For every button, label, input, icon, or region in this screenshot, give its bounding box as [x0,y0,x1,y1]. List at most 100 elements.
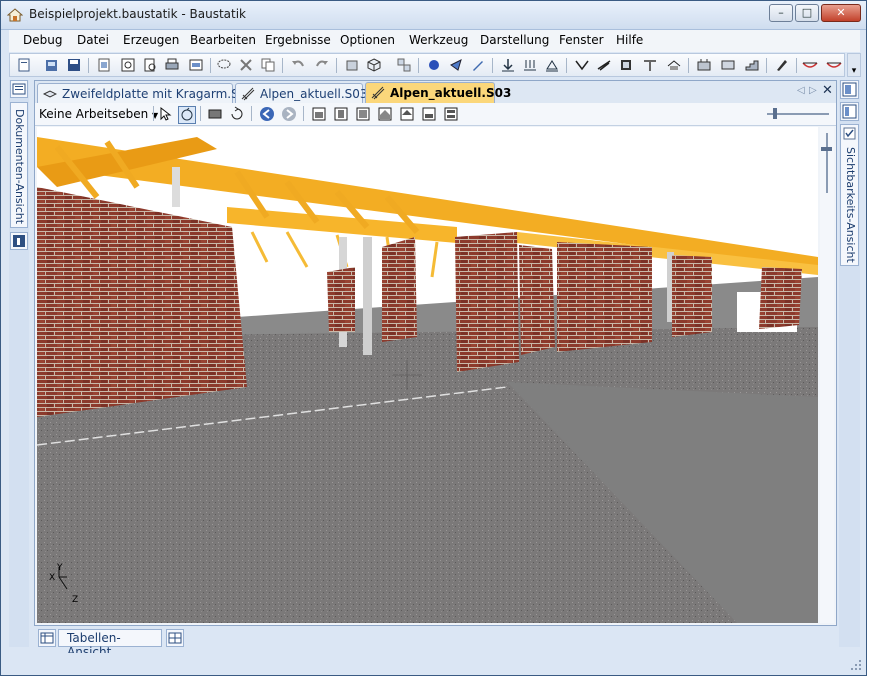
dokumenten-ansicht-label: Dokumenten-Ansicht [13,109,26,225]
redo-icon[interactable] [314,57,330,73]
zoom-track-thumb[interactable] [821,147,832,151]
info-panel-icon[interactable] [10,232,28,250]
plate-icon [43,90,57,98]
bridge2-icon[interactable] [826,57,842,73]
sphere-icon[interactable] [426,57,442,73]
load3-icon[interactable] [544,57,560,73]
cube-view-icon[interactable] [366,57,382,73]
right-dock: Sichtbarkeits-Ansicht [839,80,860,647]
arrow-icon[interactable] [448,57,464,73]
rotate-view-icon[interactable] [178,106,196,124]
export-icon[interactable] [188,57,204,73]
menu-fenster[interactable]: Fenster [559,33,604,47]
minimize-button[interactable]: – [769,4,793,22]
close-tab-icon[interactable]: ✕ [822,83,833,98]
menu-datei[interactable]: Datei [77,33,109,47]
work-plane-dropdown[interactable]: Keine Arbeitseben ▼ [39,107,158,121]
view-back-icon[interactable] [333,106,349,122]
view-toolbar: Keine Arbeitseben ▼ [35,103,836,126]
checkbox-icon [843,127,856,140]
menu-hilfe[interactable]: Hilfe [616,33,643,47]
frame-icon[interactable] [618,57,634,73]
lasso-icon[interactable] [216,57,232,73]
stairs-icon[interactable] [744,57,760,73]
print-icon[interactable] [164,57,180,73]
object-icon[interactable] [344,57,360,73]
truss-icon[interactable] [596,57,612,73]
toolbar-overflow-chevron-icon[interactable]: ▾ [847,53,861,77]
open-icon[interactable] [44,57,60,73]
tab-scroll-left-icon[interactable]: ◁ [797,85,805,96]
zoom-slider[interactable] [767,108,829,119]
tab-zweifeldplatte[interactable]: Zweifeldplatte mit Kragarm.S07 [37,83,254,103]
view-top-icon[interactable] [399,106,415,122]
tab-label: Alpen_aktuell.S03 [390,86,512,100]
pen-icon[interactable] [774,57,790,73]
app-window: Beispielprojekt.baustatik - Baustatik – … [0,0,867,676]
render-mode-icon[interactable] [207,106,223,122]
panel-layout-icon[interactable] [840,80,859,99]
document-area: Zweifeldplatte mit Kragarm.S07 Alpen_akt… [34,80,837,626]
view-left-icon[interactable] [355,106,371,122]
left-dock: Dokumenten-Ansicht [9,80,29,647]
back-icon[interactable] [259,106,275,122]
preview-icon[interactable] [120,57,136,73]
bridge-icon[interactable] [802,57,818,73]
menu-darstellung[interactable]: Darstellung [480,33,549,47]
load-icon[interactable] [500,57,516,73]
undo-icon[interactable] [290,57,306,73]
menu-ergebnisse[interactable]: Ergebnisse [265,33,331,47]
document-panel-icon[interactable] [10,80,28,98]
tab-alpen-aktuell-active[interactable]: Alpen_aktuell.S03 [365,82,511,104]
delete-icon[interactable] [238,57,254,73]
beam-icon[interactable] [574,57,590,73]
column-icon[interactable] [642,57,658,73]
refresh-icon[interactable] [229,106,245,122]
tab-dokumenten-ansicht[interactable]: Dokumenten-Ansicht [10,102,28,228]
save-icon[interactable] [66,57,82,73]
select-icon[interactable] [157,106,173,122]
viewport-zoom-track[interactable] [820,127,834,623]
zoom-slider-thumb[interactable] [773,108,777,119]
wall-icon[interactable] [696,57,712,73]
bottom-dock: Tabellen-Ansicht [34,628,837,659]
menu-erzeugen[interactable]: Erzeugen [123,33,179,47]
truss-tab-icon [371,86,385,100]
page-icon[interactable] [96,57,112,73]
resize-grip-icon[interactable] [850,659,862,671]
tab-label: Alpen_aktuell.S03 [260,87,368,101]
menu-bearbeiten[interactable]: Bearbeiten [190,33,256,47]
load2-icon[interactable] [522,57,538,73]
panel-split-icon[interactable] [840,102,859,121]
view-iso-icon[interactable] [443,106,459,122]
grid-panel-icon[interactable] [166,629,184,647]
roof-icon[interactable] [666,57,682,73]
copy-icon[interactable] [260,57,276,73]
tab-scroll-right-icon[interactable]: ▷ [809,85,817,96]
forward-icon[interactable] [281,106,297,122]
title-bar[interactable]: Beispielprojekt.baustatik - Baustatik – … [1,1,866,30]
menu-optionen[interactable]: Optionen [340,33,395,47]
tab-tabellen-ansicht[interactable]: Tabellen-Ansicht [58,629,162,659]
slab-icon[interactable] [720,57,736,73]
window-title: Beispielprojekt.baustatik - Baustatik [29,7,247,21]
view-right-icon[interactable] [377,106,393,122]
3d-scene[interactable] [37,127,818,623]
pencil-icon[interactable] [470,57,486,73]
close-button[interactable]: ✕ [821,4,861,22]
print-preview-icon[interactable] [142,57,158,73]
view-bottom-icon[interactable] [421,106,437,122]
3d-viewport[interactable]: X Y Z [37,127,818,623]
sichtbarkeits-ansicht-label: Sichtbarkeits-Ansicht [844,147,857,263]
table-panel-icon[interactable] [38,629,56,647]
view-front-icon[interactable] [311,106,327,122]
tab-alpen-aktuell-1[interactable]: Alpen_aktuell.S03 [235,83,368,103]
tab-sichtbarkeits-ansicht[interactable]: Sichtbarkeits-Ansicht [840,124,859,266]
home-app-icon [7,8,23,22]
maximize-button[interactable]: □ [795,4,819,22]
menu-werkzeug[interactable]: Werkzeug [409,33,468,47]
new-icon[interactable] [16,57,32,73]
menu-debug[interactable]: Debug [23,33,62,47]
axis-label-z: Z [72,595,79,605]
layout-icon[interactable] [396,57,412,73]
